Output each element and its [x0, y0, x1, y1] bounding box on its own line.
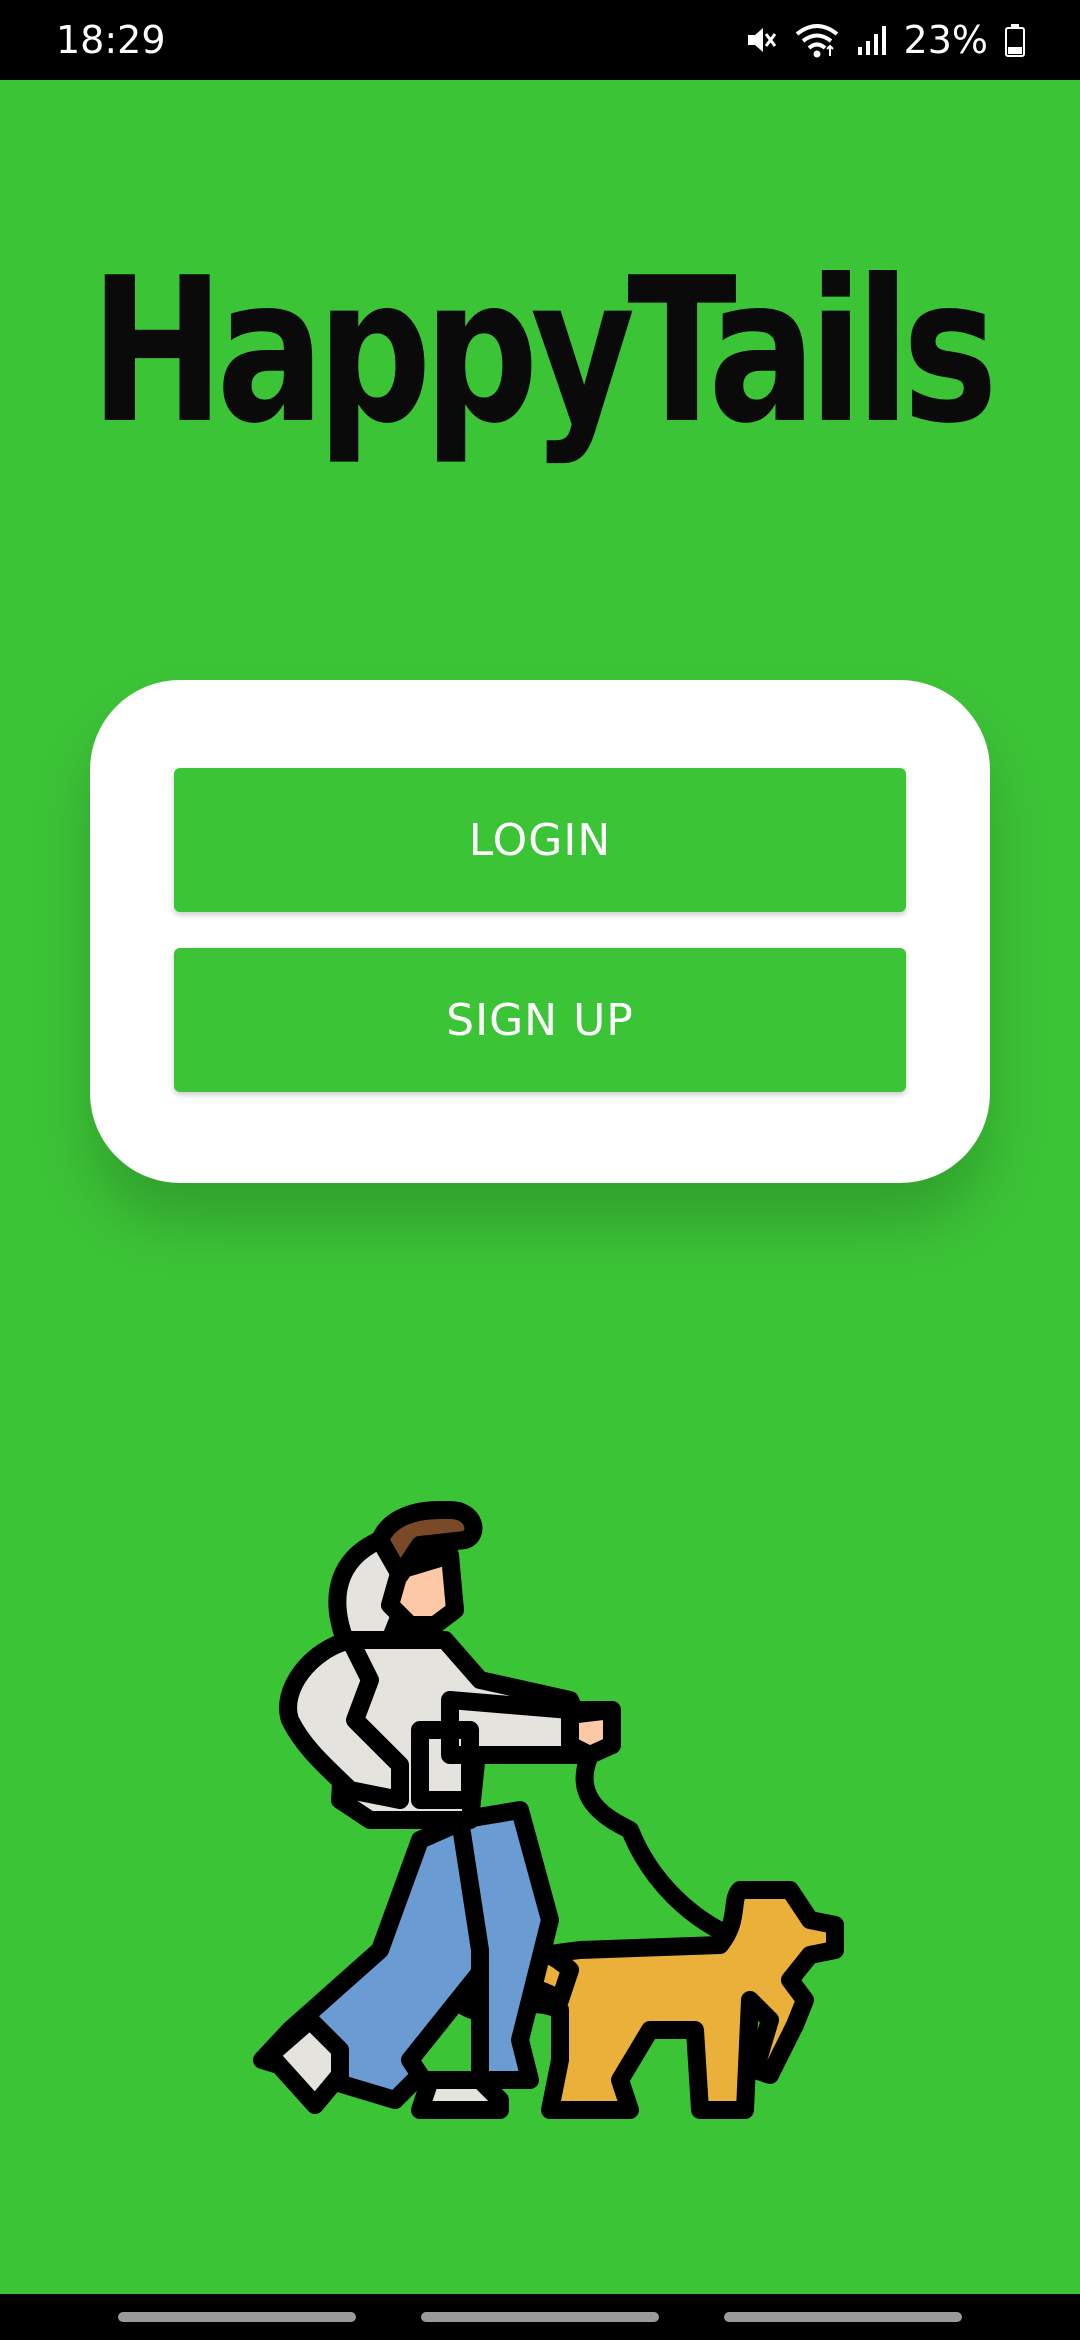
battery-icon [1004, 23, 1026, 57]
nav-pill-right[interactable] [724, 2312, 962, 2322]
person-walking-dog-icon [250, 1500, 850, 2130]
signal-icon [856, 23, 888, 57]
wifi-icon [794, 22, 840, 58]
navigation-bar [0, 2294, 1080, 2340]
status-bar: 18:29 23% [0, 0, 1080, 80]
battery-percent: 23% [903, 18, 988, 62]
svg-text:HappyTails: HappyTails [90, 270, 991, 468]
nav-pill-left[interactable] [118, 2312, 356, 2322]
status-icons: 23% [744, 0, 1026, 80]
signup-button[interactable]: SIGN UP [174, 948, 906, 1092]
app-logo: HappyTails [88, 270, 992, 480]
auth-card: LOGIN SIGN UP [90, 680, 990, 1183]
status-time: 18:29 [56, 18, 166, 62]
mute-icon [744, 23, 778, 57]
nav-pill-center[interactable] [421, 2312, 659, 2322]
logo-wordmark: HappyTails [90, 270, 992, 468]
login-button[interactable]: LOGIN [174, 768, 906, 912]
